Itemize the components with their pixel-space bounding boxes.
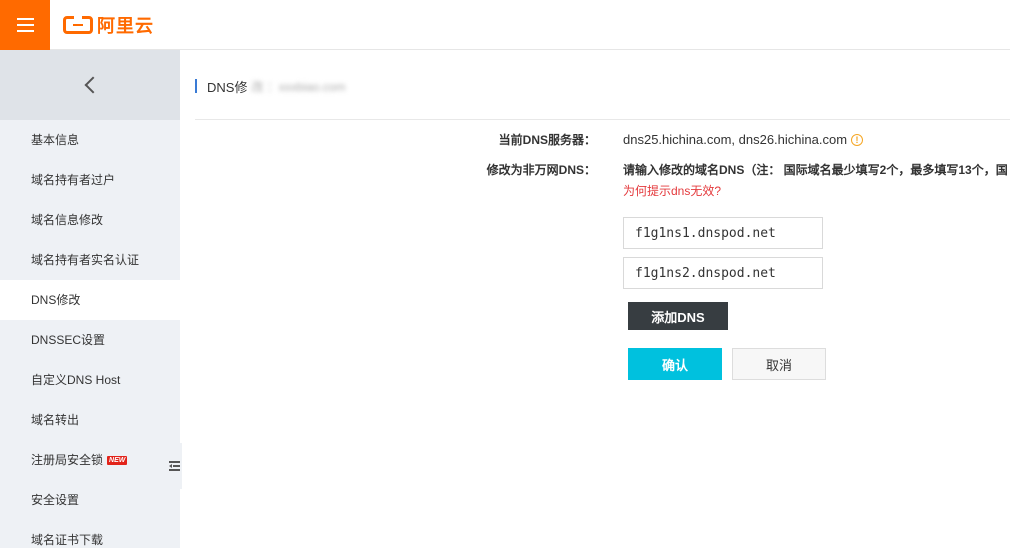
modify-dns-label: 修改为非万网DNS： [486, 163, 596, 177]
sidebar-item-label: 域名证书下载 [31, 533, 104, 547]
sidebar-item-holder-transfer[interactable]: 域名持有者过户 [0, 160, 180, 200]
menu-button[interactable] [0, 0, 50, 50]
sidebar-item-basic-info[interactable]: 基本信息 [0, 120, 180, 160]
sidebar-item-transfer-out[interactable]: 域名转出 [0, 400, 180, 440]
sidebar-item-label: 域名持有者实名认证 [31, 253, 140, 267]
sidebar-item-security[interactable]: 安全设置 [0, 480, 180, 520]
page-header: DNS修 改 ：xxxbiao.com [195, 77, 345, 95]
sidebar-item-label: DNS修改 [31, 293, 81, 307]
sidebar-item-label: 注册局安全锁 [31, 453, 104, 467]
aliyun-logo-mark-icon [63, 15, 93, 34]
page-title: DNS修 [207, 79, 248, 95]
brand-name: 阿里云 [97, 16, 154, 36]
sidebar: 基本信息 域名持有者过户 域名信息修改 域名持有者实名认证 DNS修改 DNSS… [0, 50, 180, 548]
collapse-menu-icon [168, 461, 180, 471]
aliyun-logo[interactable]: 阿里云 [63, 13, 154, 37]
dns-hint-text: 请输入修改的域名DNS（注： 国际域名最少填写2个，最多填写13个，国 [623, 163, 1008, 177]
sidebar-item-custom-dns-host[interactable]: 自定义DNS Host [0, 360, 180, 400]
info-icon[interactable]: ! [851, 134, 864, 146]
cancel-button[interactable]: 取消 [732, 348, 826, 380]
sidebar-item-cert-download[interactable]: 域名证书下载 [0, 520, 180, 560]
sidebar-item-label: 基本信息 [31, 133, 80, 147]
current-dns-value: dns25.hichina.com, dns26.hichina.com [623, 132, 848, 147]
current-dns-label: 当前DNS服务器： [498, 133, 596, 147]
sidebar-item-info-modify[interactable]: 域名信息修改 [0, 200, 180, 240]
sidebar-item-label: DNSSEC设置 [31, 333, 106, 347]
sidebar-item-label: 域名信息修改 [31, 213, 104, 227]
current-dns-value-row: dns25.hichina.com, dns26.hichina.com! [623, 132, 864, 147]
dns-input-1[interactable] [623, 217, 823, 249]
sidebar-item-registry-lock[interactable]: 注册局安全锁 NEW [0, 440, 180, 480]
hamburger-icon [16, 18, 34, 32]
sidebar-collapse-toggle[interactable] [166, 443, 182, 489]
header-divider [195, 119, 1010, 120]
confirm-button[interactable]: 确认 [628, 348, 722, 380]
sidebar-item-label: 域名持有者过户 [31, 173, 116, 187]
dns-invalid-help-link[interactable]: 为何提示dns无效? [623, 182, 721, 199]
sidebar-item-dnssec[interactable]: DNSSEC设置 [0, 320, 180, 360]
sidebar-item-dns-modify[interactable]: DNS修改 [0, 280, 180, 320]
sidebar-item-label: 域名转出 [31, 413, 80, 427]
dns-input-2[interactable] [623, 257, 823, 289]
chevron-left-icon [84, 76, 102, 94]
sidebar-nav: 基本信息 域名持有者过户 域名信息修改 域名持有者实名认证 DNS修改 DNSS… [0, 120, 180, 560]
top-bar: 阿里云 [0, 0, 1010, 50]
new-badge: NEW [107, 456, 128, 465]
sidebar-item-label: 安全设置 [31, 493, 80, 507]
sidebar-back-button[interactable] [0, 50, 180, 120]
title-accent-bar [195, 79, 197, 93]
page-title-domain-blurred: 改 ：xxxbiao.com [251, 79, 346, 94]
add-dns-button[interactable]: 添加DNS [628, 302, 728, 330]
sidebar-item-realname-auth[interactable]: 域名持有者实名认证 [0, 240, 180, 280]
sidebar-item-label: 自定义DNS Host [31, 373, 121, 387]
